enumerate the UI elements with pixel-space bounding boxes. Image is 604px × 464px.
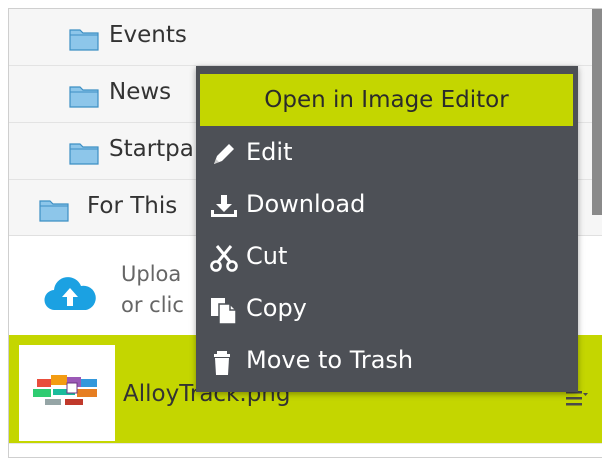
- menu-item-label: Copy: [246, 294, 307, 322]
- open-in-image-editor-button[interactable]: Open in Image Editor: [200, 74, 573, 126]
- move-to-trash-menu-item[interactable]: Move to Trash: [196, 336, 578, 388]
- menu-item-label: Cut: [246, 242, 288, 270]
- tree-item-label: Startpa: [109, 136, 194, 162]
- tree-item-label: Events: [109, 22, 187, 48]
- file-thumbnail: [19, 345, 115, 441]
- upload-hint-line1: Uploa: [121, 262, 182, 286]
- folder-icon: [69, 29, 99, 51]
- cloud-upload-icon: [44, 277, 96, 311]
- download-icon: [211, 195, 237, 217]
- list-next-row: [9, 443, 602, 457]
- folder-icon: [69, 143, 99, 165]
- edit-menu-item[interactable]: Edit: [196, 128, 578, 180]
- tree-item-label: News: [109, 79, 172, 105]
- menu-item-label: Download: [246, 190, 366, 218]
- context-menu: Open in Image Editor Edit Download Cut C…: [196, 66, 578, 392]
- download-menu-item[interactable]: Download: [196, 180, 578, 232]
- folder-icon: [39, 200, 69, 222]
- scissors-icon: [210, 245, 238, 272]
- tree-item-events[interactable]: Events: [9, 9, 602, 66]
- tree-scrollbar[interactable]: [592, 9, 602, 215]
- cut-menu-item[interactable]: Cut: [196, 232, 578, 284]
- menu-item-label: Edit: [246, 138, 293, 166]
- trash-icon: [214, 351, 230, 375]
- copy-menu-item[interactable]: Copy: [196, 284, 578, 336]
- copy-icon: [211, 298, 237, 324]
- tree-item-label: For This: [87, 193, 178, 219]
- folder-icon: [69, 86, 99, 108]
- image-thumbnail-icon: [33, 375, 97, 405]
- pencil-icon: [214, 144, 234, 164]
- menu-item-label: Move to Trash: [246, 346, 414, 374]
- upload-hint-line2: or clic: [121, 293, 184, 317]
